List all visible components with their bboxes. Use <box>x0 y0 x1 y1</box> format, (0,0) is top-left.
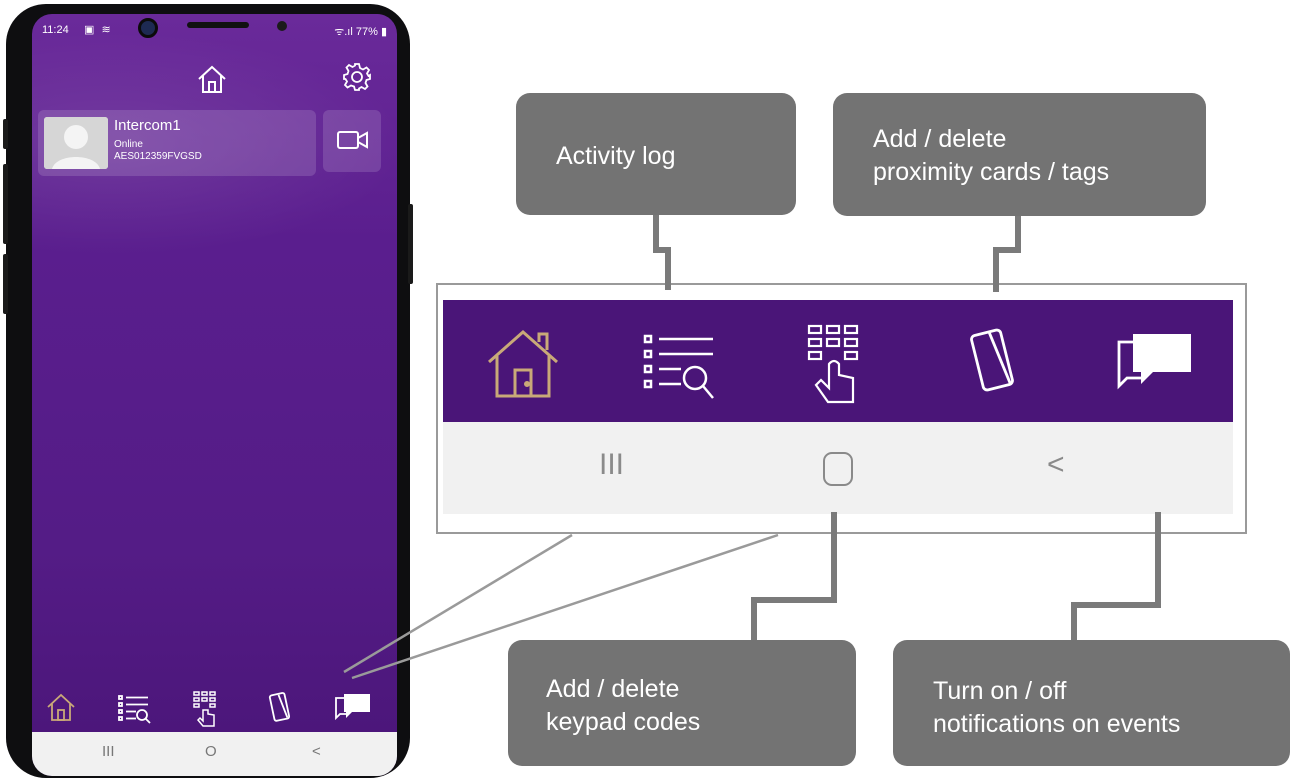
activity-log-annotation: Activity log <box>516 93 796 215</box>
annotation-text: Add / delete <box>546 675 680 703</box>
notifications-annotation: Turn on / off notifications on events <box>893 640 1290 766</box>
annotation-text: Activity log <box>556 142 676 170</box>
keypad-codes-annotation: Add / delete keypad codes <box>508 640 856 766</box>
cards-tags-annotation: Add / delete proximity cards / tags <box>833 93 1206 216</box>
annotation-text: Add / delete <box>873 125 1007 153</box>
annotation-text: notifications on events <box>933 710 1181 738</box>
annotation-text: keypad codes <box>546 708 701 736</box>
annotation-text: proximity cards / tags <box>873 158 1110 186</box>
annotation-text: Turn on / off <box>933 677 1067 705</box>
